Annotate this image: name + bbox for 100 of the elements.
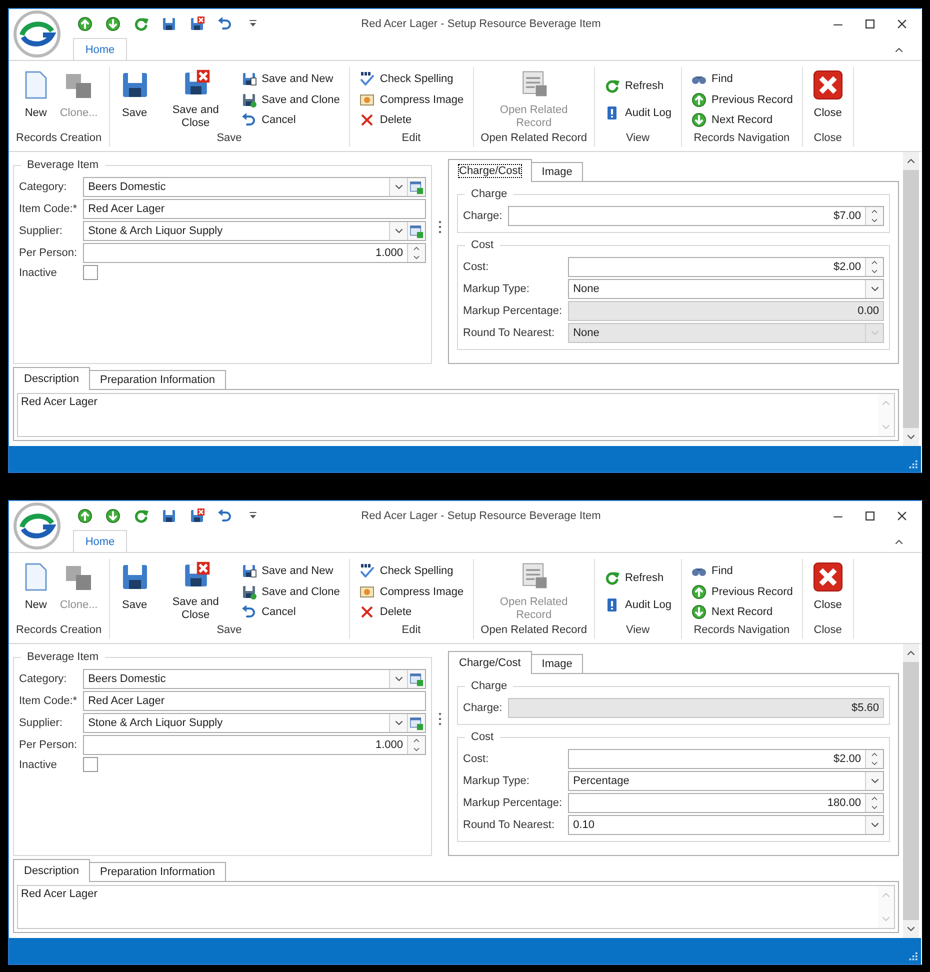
combo-box[interactable]: None	[568, 279, 884, 299]
down-arrow-circle-icon[interactable]	[105, 16, 121, 32]
window-title: Red Acer Lager - Setup Resource Beverage Item	[360, 18, 602, 30]
number-field[interactable]: $2.00	[568, 257, 884, 277]
ribbon-button[interactable]: Check Spelling	[356, 70, 466, 88]
up-arrow-circle-icon[interactable]	[77, 16, 93, 32]
ribbon-button[interactable]: Save	[116, 559, 153, 624]
ribbon-button[interactable]: Previous Record	[688, 582, 795, 600]
scroll-bar[interactable]	[878, 886, 894, 928]
app-logo-icon[interactable]	[13, 502, 61, 550]
tab[interactable]: Preparation Information	[89, 370, 226, 389]
number-field[interactable]: $2.00	[568, 749, 884, 769]
spin-buttons[interactable]	[407, 736, 425, 754]
down-arrow-circle-icon[interactable]	[105, 508, 121, 524]
up-arrow-circle-icon[interactable]	[77, 508, 93, 524]
x-mark-icon	[358, 112, 375, 128]
dropdown-button[interactable]	[389, 714, 407, 732]
combo-box[interactable]: Stone & Arch Liquor Supply	[83, 713, 426, 733]
scroll-bar[interactable]	[878, 394, 894, 436]
ribbon-button[interactable]: Audit Log	[602, 596, 674, 614]
dropdown-button[interactable]	[389, 670, 407, 688]
dropdown-button[interactable]	[865, 772, 883, 790]
ribbon-button[interactable]: Save and New	[238, 70, 342, 88]
dropdown-button[interactable]	[865, 816, 883, 834]
field-label: Charge:	[463, 210, 502, 222]
ribbon-button[interactable]: Refresh	[602, 568, 674, 587]
dropdown-button[interactable]	[389, 222, 407, 240]
ribbon-button[interactable]: Delete	[356, 111, 466, 130]
combo-box[interactable]: Percentage	[568, 771, 884, 791]
undo-arrow-icon[interactable]	[217, 508, 233, 524]
ribbon-button[interactable]: Check Spelling	[356, 562, 466, 580]
checkbox[interactable]	[83, 757, 98, 772]
ribbon-button[interactable]: Next Record	[688, 603, 795, 622]
ribbon-button[interactable]: Close	[810, 559, 846, 624]
spin-buttons[interactable]	[407, 244, 425, 262]
tab[interactable]: Image	[530, 654, 584, 673]
memo-field[interactable]: Red Acer Lager	[17, 393, 895, 437]
combo-box[interactable]: Beers Domestic	[83, 669, 426, 689]
ribbon-button[interactable]: New	[18, 67, 54, 132]
floppy-disk-x-icon[interactable]	[189, 508, 205, 524]
ribbon-button[interactable]: Cancel	[238, 111, 342, 130]
ribbon-tab[interactable]: Home	[73, 38, 127, 60]
lookup-button[interactable]	[407, 178, 425, 196]
combo-box[interactable]: Stone & Arch Liquor Supply	[83, 221, 426, 241]
number-field[interactable]: 1.000	[83, 243, 426, 263]
ribbon-button[interactable]: Find	[688, 70, 795, 88]
spin-buttons[interactable]	[865, 258, 883, 276]
ribbon-button[interactable]: Close	[810, 67, 846, 132]
ribbon-button[interactable]: Save and Close	[156, 559, 235, 624]
ribbon-button[interactable]: Save and Close	[156, 67, 235, 132]
combo-box[interactable]: 0.10	[568, 815, 884, 835]
ribbon-button[interactable]: Cancel	[238, 603, 342, 622]
ribbon-button[interactable]: Audit Log	[602, 104, 674, 122]
ribbon-button[interactable]: Compress Image	[356, 90, 466, 108]
lookup-button[interactable]	[407, 714, 425, 732]
ribbon-tab[interactable]: Home	[73, 530, 127, 552]
combo-box[interactable]: Beers Domestic	[83, 177, 426, 197]
tab[interactable]: Description	[13, 859, 90, 882]
text-field[interactable]: Red Acer Lager	[83, 199, 426, 219]
ribbon-button[interactable]: Save and New	[238, 562, 342, 580]
tab[interactable]: Charge/Cost	[448, 159, 532, 182]
tab[interactable]: Charge/Cost	[448, 651, 532, 674]
tab[interactable]: Description	[13, 367, 90, 390]
ribbon-button[interactable]: Previous Record	[688, 90, 795, 108]
ribbon-button[interactable]: New	[18, 559, 54, 624]
text-field[interactable]: Red Acer Lager	[83, 691, 426, 711]
refresh-icon[interactable]	[133, 508, 149, 524]
lookup-grid-icon	[409, 716, 424, 730]
ribbon-button[interactable]: Find	[688, 562, 795, 580]
ribbon-button[interactable]: Save and Clone	[238, 90, 342, 108]
spin-buttons[interactable]	[865, 794, 883, 812]
dropdown-button[interactable]	[389, 178, 407, 196]
close-icon[interactable]	[895, 17, 909, 31]
maximize-icon[interactable]	[863, 509, 877, 523]
ribbon-button[interactable]: Save	[116, 67, 153, 132]
ribbon-button[interactable]: Refresh	[602, 76, 674, 95]
undo-arrow-icon[interactable]	[217, 16, 233, 32]
tab[interactable]: Image	[530, 162, 584, 181]
field-label: Cost:	[463, 753, 490, 765]
ribbon-button[interactable]: Next Record	[688, 111, 795, 130]
ribbon-button[interactable]: Save and Clone	[238, 582, 342, 600]
spin-buttons[interactable]	[865, 207, 883, 225]
floppy-disk-x-icon[interactable]	[189, 16, 205, 32]
ribbon-button[interactable]: Compress Image	[356, 582, 466, 600]
spin-buttons[interactable]	[865, 750, 883, 768]
ribbon-button[interactable]: Delete	[356, 603, 466, 622]
dropdown-button[interactable]	[865, 280, 883, 298]
close-icon[interactable]	[895, 509, 909, 523]
memo-field[interactable]: Red Acer Lager	[17, 885, 895, 929]
lookup-button[interactable]	[407, 222, 425, 240]
app-logo-icon[interactable]	[13, 10, 61, 58]
tab[interactable]: Preparation Information	[89, 862, 226, 881]
number-field[interactable]: $7.00	[508, 206, 884, 226]
refresh-icon[interactable]	[133, 16, 149, 32]
lookup-button[interactable]	[407, 670, 425, 688]
number-field[interactable]: 1.000	[83, 735, 426, 755]
maximize-icon[interactable]	[863, 17, 877, 31]
field-label: Inactive	[19, 758, 58, 770]
checkbox[interactable]	[83, 265, 98, 280]
number-field[interactable]: 180.00	[568, 793, 884, 813]
